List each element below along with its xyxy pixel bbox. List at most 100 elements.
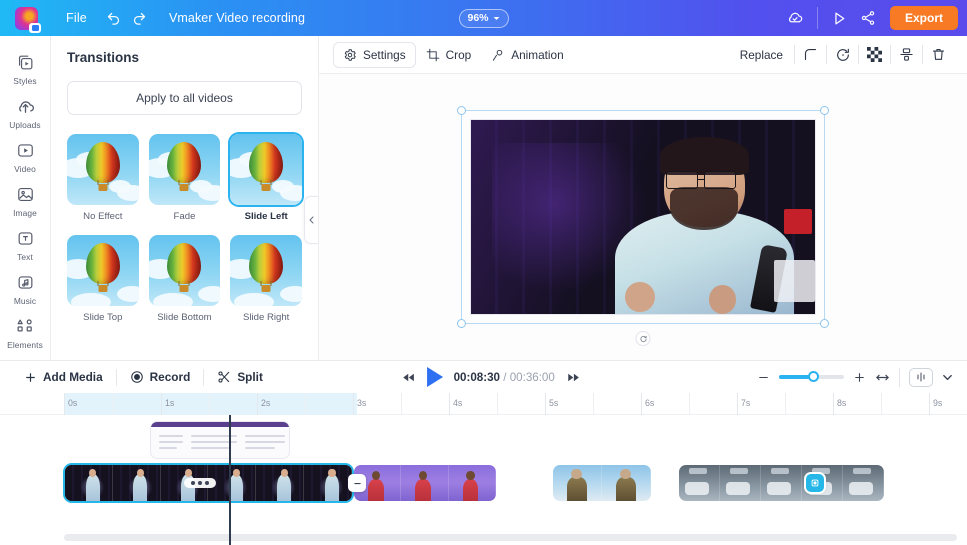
undo-icon[interactable]: [101, 5, 127, 31]
add-media-button[interactable]: Add Media: [14, 365, 113, 389]
ruler-tick-label: 4s: [453, 398, 463, 408]
transition-option-slide-left[interactable]: Slide Left: [230, 134, 302, 222]
preview-play-icon[interactable]: [827, 5, 853, 31]
ruler-tick-label: 9s: [933, 398, 943, 408]
settings-button[interactable]: Settings: [333, 41, 416, 68]
ruler-tick-label: 8s: [837, 398, 847, 408]
sidebar-item-music[interactable]: Music: [0, 266, 50, 310]
video-preview[interactable]: [470, 119, 816, 315]
purple-clip[interactable]: [354, 465, 496, 501]
transition-thumbnail: [148, 235, 221, 306]
project-title[interactable]: Vmaker Video recording: [169, 11, 305, 25]
chevron-down-icon[interactable]: [942, 372, 953, 383]
transition-option-label: Slide Top: [83, 312, 123, 323]
sidebar-item-elements[interactable]: Elements: [0, 310, 50, 354]
skip-forward-icon[interactable]: [566, 370, 581, 385]
transition-option-fade[interactable]: Fade: [148, 134, 221, 222]
sidebar-item-label: Elements: [7, 340, 43, 350]
cloud-sync-icon[interactable]: [782, 5, 808, 31]
transition-option-slide-bottom[interactable]: Slide Bottom: [148, 235, 221, 323]
resize-handle-bottom-left[interactable]: [457, 319, 466, 328]
transition-node[interactable]: [348, 474, 366, 492]
split-button[interactable]: Split: [207, 365, 273, 389]
clip-options-dots[interactable]: [183, 478, 216, 488]
scissors-icon: [218, 371, 230, 383]
zoom-level-value: 96%: [467, 12, 489, 24]
transition-option-slide-right[interactable]: Slide Right: [230, 235, 302, 323]
zoom-level-dropdown[interactable]: 96%: [458, 8, 509, 28]
logo-wrap[interactable]: [0, 6, 52, 33]
transition-thumbnail: [67, 134, 139, 205]
align-vertical-icon[interactable]: [891, 41, 922, 69]
app-body: Styles Uploads Video Image Text Music El…: [0, 36, 967, 360]
rotate-icon[interactable]: [827, 41, 858, 69]
timeline-divider: [899, 367, 900, 387]
crop-icon: [426, 48, 439, 61]
vmaker-logo[interactable]: [14, 6, 41, 33]
skip-back-icon[interactable]: [401, 370, 416, 385]
transition-node[interactable]: [806, 474, 824, 492]
zoom-slider-knob[interactable]: [807, 371, 819, 382]
transition-option-label: Slide Right: [242, 312, 290, 323]
ruler-tick-label: 5s: [549, 398, 559, 408]
rotate-handle-icon[interactable]: [635, 331, 651, 346]
text-t-icon: [16, 227, 35, 249]
opacity-checker-icon[interactable]: [859, 41, 890, 69]
clip-filmstrip: [553, 465, 651, 501]
timeline-divider: [115, 368, 117, 386]
replace-button[interactable]: Replace: [729, 48, 794, 62]
timeline-divider: [203, 368, 205, 386]
sidebar-item-styles[interactable]: Styles: [0, 46, 50, 90]
timeline-horizontal-scrollbar[interactable]: [64, 534, 957, 541]
split-label: Split: [237, 370, 263, 384]
trash-icon[interactable]: [923, 41, 954, 69]
timeline-ruler[interactable]: 0s 1s 2s 3s 4s 5s 6s 7s 8s 9s: [0, 393, 967, 415]
export-button[interactable]: Export: [889, 6, 958, 30]
split-view-icon[interactable]: [909, 367, 933, 387]
street-clip[interactable]: [679, 465, 884, 501]
studio-clip[interactable]: [65, 465, 352, 501]
share-icon[interactable]: [855, 5, 881, 31]
record-button[interactable]: Record: [120, 365, 201, 389]
crop-button[interactable]: Crop: [416, 42, 482, 68]
transition-thumbnail: [148, 134, 221, 205]
video-canvas[interactable]: [319, 74, 967, 360]
clip-filmstrip: [679, 465, 884, 501]
sidebar-item-image[interactable]: Image: [0, 178, 50, 222]
transition-option-slide-top[interactable]: Slide Top: [67, 235, 139, 323]
plus-icon: [26, 372, 35, 382]
stage-toolbar: Settings Crop Animation Replace: [319, 36, 967, 74]
slides-clip[interactable]: [150, 421, 290, 459]
sidebar-item-text[interactable]: Text: [0, 222, 50, 266]
apply-to-all-videos-button[interactable]: Apply to all videos: [67, 81, 302, 115]
corner-radius-icon[interactable]: [795, 41, 826, 69]
minus-icon[interactable]: [757, 371, 770, 384]
panel-title: Transitions: [67, 50, 140, 65]
transition-option-label: Slide Left: [244, 211, 288, 222]
playback-controls: 00:08:30 / 00:36:00: [401, 367, 581, 387]
transition-option-no-effect[interactable]: No Effect: [67, 134, 139, 222]
timeline-toolbar: Add Media Record Split 00:08:30 / 00:36:…: [0, 361, 967, 393]
sidebar-item-video[interactable]: Video: [0, 134, 50, 178]
resize-handle-bottom-right[interactable]: [820, 319, 829, 328]
outdoor-clip[interactable]: [553, 465, 651, 501]
sidebar-item-label: Uploads: [9, 120, 41, 130]
video-selection-wrapper[interactable]: [457, 106, 829, 346]
panel-collapse-button[interactable]: [304, 196, 318, 244]
redo-icon[interactable]: [127, 5, 153, 31]
animation-button[interactable]: Animation: [481, 42, 573, 68]
animation-label: Animation: [511, 47, 564, 62]
file-menu[interactable]: File: [52, 11, 101, 25]
fit-width-icon[interactable]: [875, 370, 890, 385]
resize-handle-top-left[interactable]: [457, 106, 466, 115]
plus-icon[interactable]: [853, 371, 866, 384]
timeline-zoom-slider[interactable]: [779, 371, 844, 382]
styles-icon: [16, 51, 35, 73]
timeline-tracks[interactable]: [0, 415, 967, 545]
play-icon[interactable]: [426, 367, 443, 387]
add-media-label: Add Media: [43, 370, 103, 384]
sidebar-item-uploads[interactable]: Uploads: [0, 90, 50, 134]
resize-handle-top-right[interactable]: [820, 106, 829, 115]
transition-thumbnail: [230, 134, 302, 205]
ruler-tick-label: 3s: [357, 398, 367, 408]
